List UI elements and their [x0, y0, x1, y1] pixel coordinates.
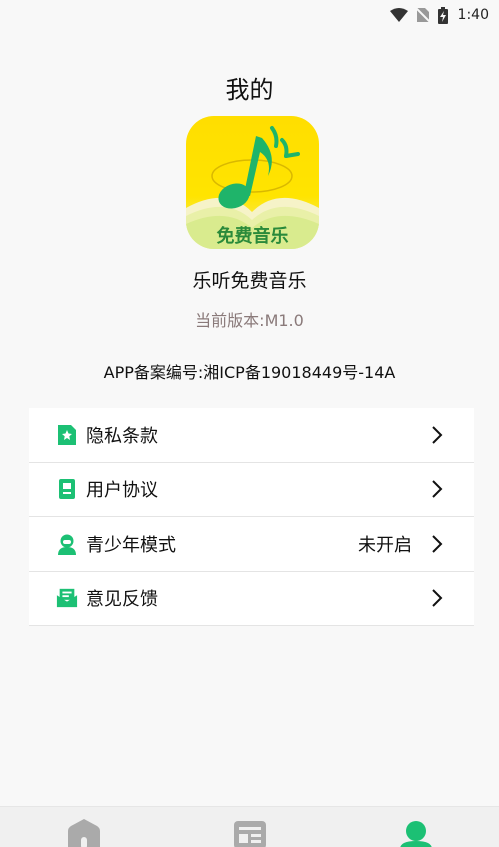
no-sim-icon	[415, 7, 430, 23]
menu-item-label: 用户协议	[86, 480, 158, 502]
user-icon	[400, 821, 432, 847]
chevron-right-icon	[432, 535, 443, 553]
menu-item-label: 隐私条款	[86, 425, 158, 447]
privacy-doc-icon	[56, 424, 78, 446]
bottom-nav	[0, 806, 499, 847]
app-logo: 免费音乐	[186, 116, 319, 249]
settings-menu: 隐私条款 用户协议 青少年模式 未开启 意见反馈	[29, 408, 474, 626]
menu-item-privacy[interactable]: 隐私条款	[29, 408, 474, 463]
menu-item-feedback[interactable]: 意见反馈	[29, 572, 474, 626]
app-version: 当前版本:M1.0	[195, 311, 304, 330]
app-name: 乐听免费音乐	[192, 270, 307, 292]
wifi-icon	[389, 8, 408, 22]
icp-record: APP备案编号:湘ICP备19018449号-14A	[103, 363, 396, 382]
tab-news[interactable]	[230, 819, 270, 847]
tab-home[interactable]	[64, 819, 104, 847]
menu-item-label: 意见反馈	[86, 589, 158, 611]
clock: 1:40	[457, 7, 489, 23]
chevron-right-icon	[432, 480, 443, 498]
menu-item-teen-mode[interactable]: 青少年模式 未开启	[29, 517, 474, 572]
teen-mode-status: 未开启	[358, 534, 412, 556]
status-bar: 1:40	[0, 0, 499, 30]
chevron-right-icon	[432, 426, 443, 444]
menu-item-agreement[interactable]: 用户协议	[29, 463, 474, 517]
child-face-icon	[56, 533, 78, 555]
chevron-right-icon	[432, 589, 443, 607]
page-title: 我的	[225, 76, 274, 104]
tab-mine[interactable]	[396, 819, 436, 847]
news-icon	[234, 821, 266, 847]
home-icon	[68, 819, 100, 847]
battery-charging-icon	[437, 6, 448, 24]
feedback-mail-icon	[56, 587, 78, 609]
menu-item-label: 青少年模式	[86, 534, 176, 556]
agreement-doc-icon	[56, 478, 78, 500]
app-logo-text: 免费音乐	[216, 226, 289, 247]
